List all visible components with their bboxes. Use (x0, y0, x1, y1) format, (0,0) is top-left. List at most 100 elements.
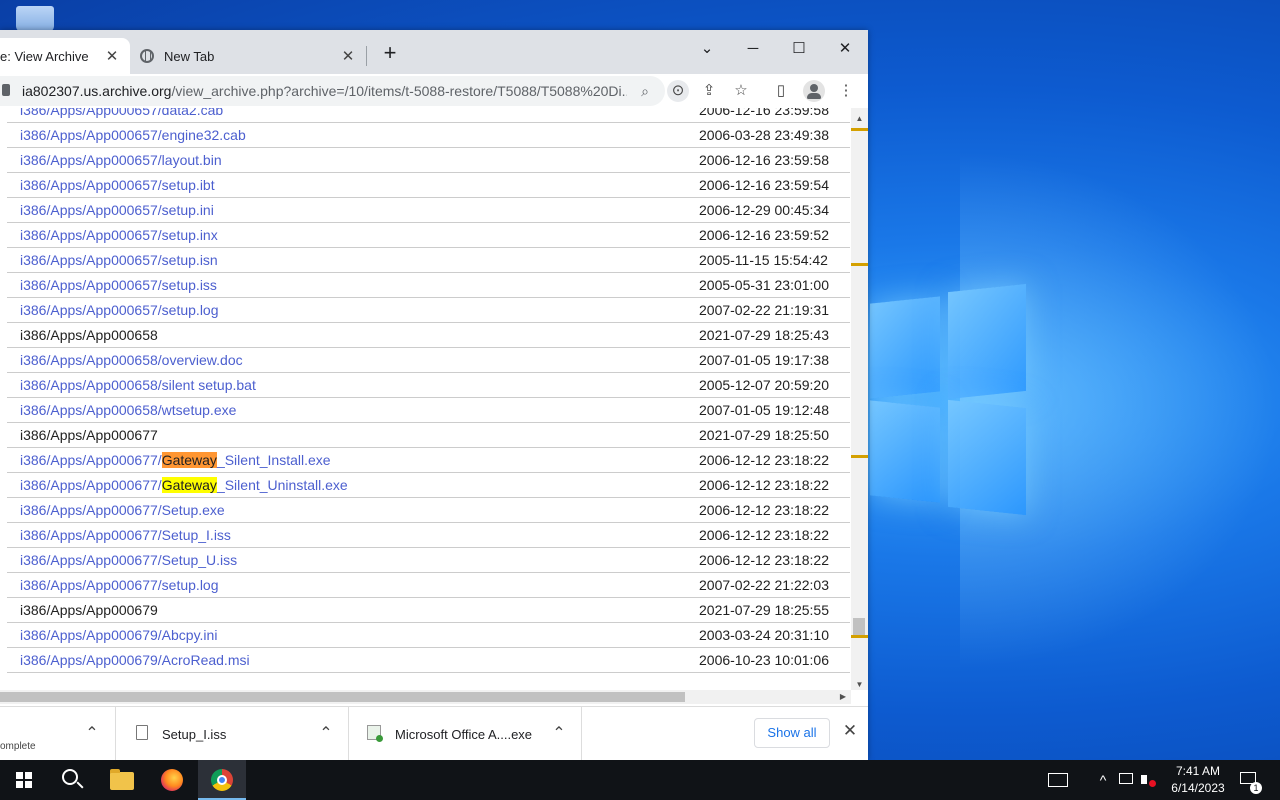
table-row: i386/Apps/App000677/Setup_U.iss 2006-12-1… (7, 548, 850, 573)
scroll-up-arrow-icon[interactable]: ▲ (851, 112, 868, 126)
tab-strip: e: View Archive ✕ New Tab ✕ + ⌄ ─ ☐ ✕ (0, 30, 868, 74)
file-link[interactable]: i386/Apps/App000657/engine32.cab (20, 127, 246, 143)
horizontal-scrollbar[interactable]: ▶ (0, 690, 851, 704)
tab-new-tab[interactable]: New Tab ✕ (130, 38, 366, 74)
modified-date: 2005-11-15 15:54:42 (699, 252, 828, 268)
table-row: i386/Apps/App000657/setup.log 2007-02-22 … (7, 298, 850, 323)
folder-name: i386/Apps/App000679 (20, 602, 158, 618)
chevron-up-icon[interactable]: ⌃ (549, 723, 569, 743)
table-row: i386/Apps/App000658/wtsetup.exe 2007-01-0… (7, 398, 850, 423)
table-row: i386/Apps/App000657/setup.iss 2005-05-31 … (7, 273, 850, 298)
share-icon[interactable]: ⇪ (698, 80, 720, 102)
scrollbar-thumb[interactable] (853, 618, 865, 636)
side-panel-icon[interactable]: ▯ (770, 80, 792, 102)
chevron-up-icon[interactable]: ⌃ (82, 723, 102, 743)
table-row: i386/Apps/App000658 2021-07-29 18:25:43 (7, 323, 850, 348)
table-row: i386/Apps/App000658/silent setup.bat 2005… (7, 373, 850, 398)
lock-icon[interactable] (2, 84, 10, 96)
table-row: i386/Apps/App000677/Gateway_Silent_Insta… (7, 448, 850, 473)
file-link[interactable]: i386/Apps/App000679/Abcpy.ini (20, 627, 217, 643)
table-row: i386/Apps/App000679/AcroRead.msi 2006-10-… (7, 648, 850, 673)
download-filename: Microsoft Office A....exe (395, 727, 533, 742)
google-lens-icon[interactable]: ⊙ (667, 80, 689, 102)
find-match-marker (851, 635, 868, 638)
url-text[interactable]: ia802307.us.archive.org/view_archive.php… (22, 83, 627, 99)
close-window-button[interactable]: ✕ (822, 36, 868, 62)
taskbar-chrome[interactable] (198, 760, 246, 800)
tab-view-archive[interactable]: e: View Archive ✕ (0, 38, 130, 74)
taskbar-file-explorer[interactable] (98, 760, 146, 800)
file-link[interactable]: i386/Apps/App000657/setup.ibt (20, 177, 215, 193)
file-link[interactable]: i386/Apps/App000658/silent setup.bat (20, 377, 256, 393)
file-link[interactable]: i386/Apps/App000677/Setup.exe (20, 502, 225, 518)
volume-muted-icon[interactable] (1138, 760, 1158, 800)
menu-kebab-icon[interactable]: ⋮ (835, 80, 857, 102)
tab-title: e: View Archive (0, 48, 89, 64)
network-icon[interactable] (1116, 760, 1136, 800)
table-row: i386/Apps/App000657/setup.ibt 2006-12-16 … (7, 173, 850, 198)
close-download-bar-icon[interactable]: ✕ (840, 721, 860, 741)
vertical-scrollbar[interactable]: ▲ ▼ (851, 108, 868, 690)
bookmark-star-icon[interactable]: ☆ (730, 80, 752, 102)
table-row: i386/Apps/App000657/data2.cab 2006-12-16 … (7, 108, 850, 123)
firefox-icon (161, 769, 183, 791)
profile-avatar-icon[interactable] (803, 80, 825, 102)
download-item-office-exe[interactable]: Microsoft Office A....exe ⌃ (349, 707, 582, 760)
table-row: i386/Apps/App000657/layout.bin 2006-12-16… (7, 148, 850, 173)
folder-name: i386/Apps/App000677 (20, 427, 158, 443)
taskbar-search-button[interactable] (48, 760, 96, 800)
file-link[interactable]: i386/Apps/App000677/Gateway_Silent_Insta… (20, 452, 331, 468)
search-highlight: Gateway (161, 452, 217, 468)
file-link[interactable]: i386/Apps/App000657/setup.inx (20, 227, 218, 243)
file-link[interactable]: i386/Apps/App000657/layout.bin (20, 152, 222, 168)
file-icon (136, 725, 148, 740)
scroll-right-arrow-icon[interactable]: ▶ (836, 690, 850, 704)
table-row: i386/Apps/App000658/overview.doc 2007-01-… (7, 348, 850, 373)
file-link[interactable]: i386/Apps/App000677/Setup_I.iss (20, 527, 231, 543)
scroll-down-arrow-icon[interactable]: ▼ (851, 678, 868, 692)
download-item[interactable]: omplete ⌃ (0, 707, 116, 760)
file-link[interactable]: i386/Apps/App000657/setup.iss (20, 277, 217, 293)
address-bar[interactable]: ia802307.us.archive.org/view_archive.php… (0, 76, 665, 106)
windows-logo-wallpaper (860, 280, 1030, 520)
table-row: i386/Apps/App000679 2021-07-29 18:25:55 (7, 598, 850, 623)
tab-separator (366, 46, 367, 66)
table-row: i386/Apps/App000657/setup.isn 2005-11-15 … (7, 248, 850, 273)
start-button[interactable] (0, 760, 48, 800)
file-link[interactable]: i386/Apps/App000658/overview.doc (20, 352, 243, 368)
tab-close-icon[interactable]: ✕ (338, 47, 358, 65)
minimize-button[interactable]: ─ (730, 36, 776, 62)
search-icon (62, 769, 78, 785)
modified-date: 2007-02-22 21:22:03 (699, 577, 829, 593)
file-link[interactable]: i386/Apps/App000677/Setup_U.iss (20, 552, 237, 568)
modified-date: 2007-01-05 19:12:48 (699, 402, 829, 418)
taskbar-firefox[interactable] (148, 760, 196, 800)
file-link[interactable]: i386/Apps/App000658/wtsetup.exe (20, 402, 236, 418)
modified-date: 2006-12-12 23:18:22 (699, 502, 829, 518)
recycle-bin-icon[interactable] (16, 6, 54, 32)
maximize-button[interactable]: ☐ (776, 36, 822, 62)
show-hidden-icons-chevron-up-icon[interactable]: ^ (1094, 760, 1112, 800)
chevron-up-icon[interactable]: ⌃ (316, 723, 336, 743)
horizontal-scrollbar-thumb[interactable] (0, 692, 685, 702)
file-link[interactable]: i386/Apps/App000657/setup.isn (20, 252, 218, 268)
tab-close-icon[interactable]: ✕ (102, 47, 122, 65)
notification-center-icon[interactable]: 1 (1238, 760, 1264, 800)
search-icon[interactable]: ⌕ (635, 81, 655, 101)
show-all-downloads-button[interactable]: Show all (754, 718, 830, 748)
file-link[interactable]: i386/Apps/App000677/setup.log (20, 577, 219, 593)
notification-count-badge: 1 (1250, 782, 1262, 794)
find-match-marker (851, 128, 868, 131)
file-link[interactable]: i386/Apps/App000657/setup.ini (20, 202, 214, 218)
file-link[interactable]: i386/Apps/App000677/Gateway_Silent_Unins… (20, 477, 348, 493)
browser-toolbar: ia802307.us.archive.org/view_archive.php… (0, 74, 868, 108)
new-tab-button[interactable]: + (378, 42, 402, 66)
file-link[interactable]: i386/Apps/App000679/AcroRead.msi (20, 652, 250, 668)
table-row: i386/Apps/App000677/Setup.exe 2006-12-12 … (7, 498, 850, 523)
file-link[interactable]: i386/Apps/App000657/setup.log (20, 302, 219, 318)
download-item-setup-i-iss[interactable]: Setup_I.iss ⌃ (116, 707, 349, 760)
system-clock[interactable]: 7:41 AM 6/14/2023 (1160, 763, 1236, 797)
tab-search-button[interactable]: ⌄ (684, 36, 730, 62)
file-link[interactable]: i386/Apps/App000657/data2.cab (20, 108, 223, 118)
news-widget-icon[interactable] (1046, 760, 1072, 800)
